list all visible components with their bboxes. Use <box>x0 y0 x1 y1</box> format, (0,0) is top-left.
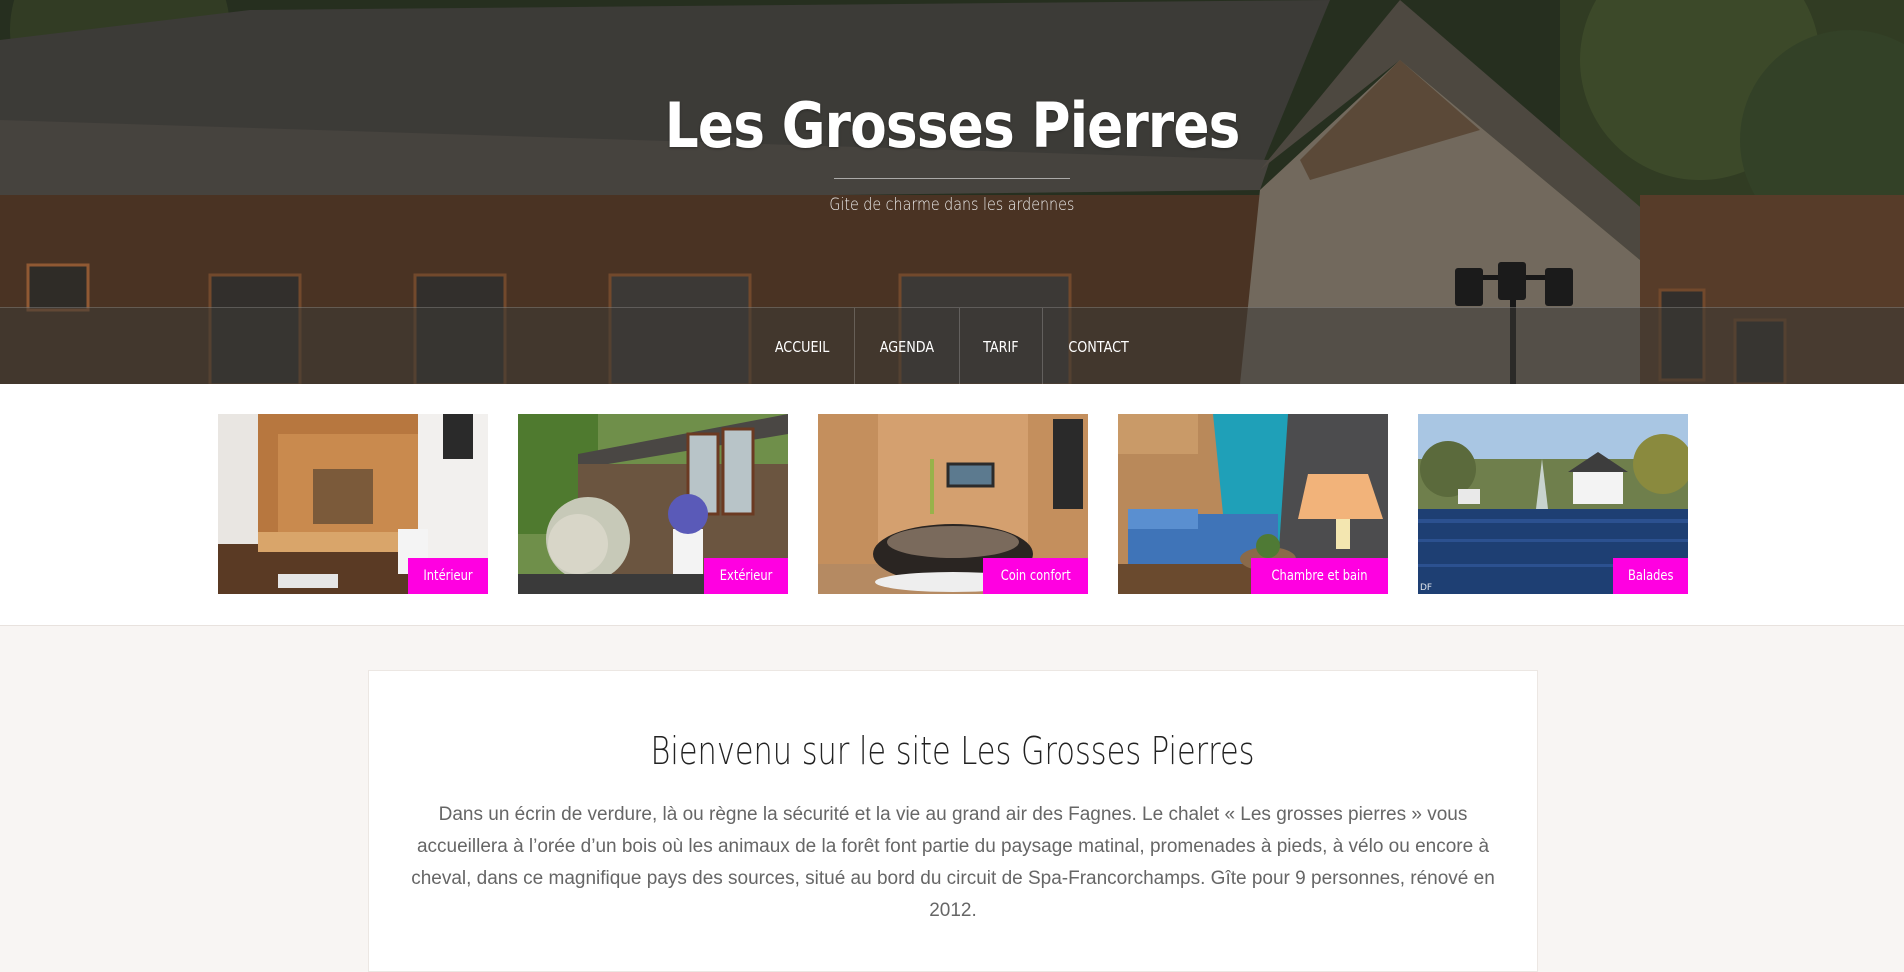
nav-label: CONTACT <box>1068 337 1129 356</box>
gallery-section: Intérieur Extérieur Coin confort Chambre… <box>0 384 1904 626</box>
gallery-label-text: Coin confort <box>1000 568 1071 584</box>
gallery-item-exterieur[interactable]: Extérieur <box>518 414 788 594</box>
welcome-paragraph: Dans un écrin de verdure, là ou règne la… <box>411 804 1495 921</box>
gallery-label-text: Chambre et bain <box>1271 568 1368 584</box>
gallery-label[interactable]: Balades <box>1612 558 1688 594</box>
hero-header: Les Grosses Pierres Gite de charme dans … <box>0 0 1904 384</box>
site-branding: Les Grosses Pierres Gite de charme dans … <box>0 88 1904 215</box>
nav-item-contact[interactable]: CONTACT <box>1043 308 1154 384</box>
welcome-card: Bienvenu sur le site Les Grosses Pierres… <box>368 670 1538 972</box>
nav-label: AGENDA <box>880 337 935 356</box>
nav-item-agenda[interactable]: AGENDA <box>855 308 961 384</box>
site-tagline: Gite de charme dans les ardennes <box>829 195 1075 215</box>
welcome-heading-text: Bienvenu sur le site Les Grosses Pierres <box>650 729 1256 773</box>
nav-label: TARIF <box>983 337 1019 356</box>
main-navigation: ACCUEIL AGENDA TARIF CONTACT <box>0 307 1904 384</box>
photo-watermark: DF <box>1420 583 1433 593</box>
gallery-item-coin-confort[interactable]: Coin confort <box>818 414 1088 594</box>
nav-item-accueil[interactable]: ACCUEIL <box>750 308 856 384</box>
gallery-item-interieur[interactable]: Intérieur <box>218 414 488 594</box>
gallery-item-balades[interactable]: DF Balades <box>1418 414 1688 594</box>
gallery-label[interactable]: Coin confort <box>982 558 1088 594</box>
gallery-label[interactable]: Chambre et bain <box>1250 558 1388 594</box>
gallery-label[interactable]: Extérieur <box>703 558 788 594</box>
gallery-thumbnails: Intérieur Extérieur Coin confort Chambre… <box>218 414 1688 594</box>
gallery-label-text: Balades <box>1627 568 1674 584</box>
welcome-heading: Bienvenu sur le site Les Grosses Pierres <box>369 729 1537 773</box>
gallery-label-text: Extérieur <box>719 568 773 584</box>
gallery-label[interactable]: Intérieur <box>408 558 488 594</box>
nav-item-tarif[interactable]: TARIF <box>960 308 1043 384</box>
gallery-label-text: Intérieur <box>423 568 473 584</box>
title-divider <box>834 178 1070 179</box>
gallery-item-chambre-et-bain[interactable]: Chambre et bain <box>1118 414 1388 594</box>
site-title[interactable]: Les Grosses Pierres <box>665 88 1241 164</box>
nav-label: ACCUEIL <box>774 337 830 356</box>
